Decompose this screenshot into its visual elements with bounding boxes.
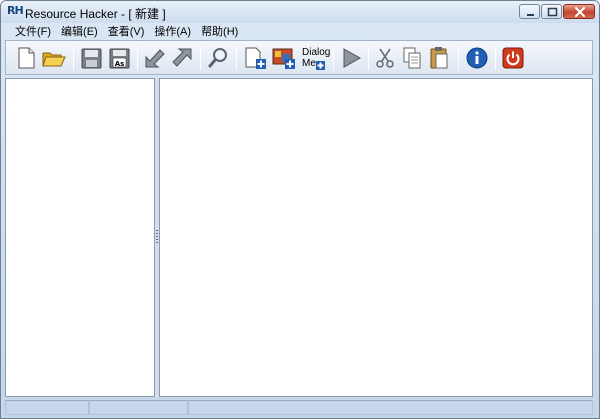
- close-button[interactable]: [563, 4, 595, 19]
- new-button[interactable]: [14, 45, 38, 71]
- cut-button[interactable]: [373, 45, 397, 71]
- toolbar-separator: [137, 46, 138, 70]
- run-script-button[interactable]: [339, 45, 363, 71]
- exit-icon: [502, 47, 524, 69]
- menu-help[interactable]: 帮助(H): [197, 23, 242, 39]
- toolbar-separator: [368, 46, 369, 70]
- save-button[interactable]: [79, 45, 103, 71]
- status-bar: [5, 399, 593, 416]
- title-bar[interactable]: RH Resource Hacker - [ 新建 ]: [1, 1, 599, 23]
- toolbar-separator: [495, 46, 496, 70]
- status-segment: [89, 400, 188, 415]
- open-button[interactable]: [41, 45, 66, 71]
- paste-icon: [430, 47, 448, 69]
- add-dialog-menu-button[interactable]: Dialog Me: [300, 45, 330, 71]
- resource-hacker-logo-icon: RH: [7, 4, 24, 17]
- minimize-button[interactable]: [519, 4, 540, 19]
- find-button[interactable]: [206, 45, 230, 71]
- open-folder-icon: [42, 52, 66, 67]
- copy-button[interactable]: [400, 45, 424, 71]
- about-icon: [466, 47, 488, 69]
- toolbar-separator: [73, 46, 74, 70]
- menu-edit[interactable]: 编辑(E): [57, 23, 102, 39]
- save-icon: [81, 48, 102, 69]
- import-icon: [145, 49, 165, 68]
- find-icon: [208, 48, 227, 68]
- add-image-button[interactable]: [271, 45, 295, 71]
- app-window: RH Resource Hacker - [ 新建 ] 文件(F) 编辑(E) …: [0, 0, 600, 419]
- add-resource-button[interactable]: [242, 45, 266, 71]
- caption-buttons: [518, 4, 595, 20]
- resource-tree-pane[interactable]: [5, 78, 155, 397]
- menu-view[interactable]: 查看(V): [104, 23, 149, 39]
- add-image-icon: [272, 48, 295, 69]
- paste-button[interactable]: [427, 45, 451, 71]
- save-as-icon: As: [109, 48, 130, 69]
- status-segment: [5, 400, 89, 415]
- resource-editor-pane[interactable]: [159, 78, 593, 397]
- toolbar: As Dialog Me: [5, 40, 593, 75]
- about-button[interactable]: [465, 45, 489, 71]
- new-file-icon: [18, 47, 35, 69]
- run-script-icon: [343, 48, 362, 68]
- maximize-icon: [547, 7, 558, 17]
- cut-icon: [376, 48, 394, 68]
- toolbar-separator: [200, 46, 201, 70]
- window-title: Resource Hacker - [ 新建 ]: [25, 7, 166, 21]
- add-dialog-menu-icon: [316, 61, 325, 70]
- svg-text:As: As: [115, 60, 125, 68]
- exit-button[interactable]: [501, 45, 525, 71]
- export-button[interactable]: [170, 45, 194, 71]
- status-segment: [188, 400, 593, 415]
- close-icon: [575, 7, 585, 17]
- export-icon: [172, 48, 192, 67]
- menu-file[interactable]: 文件(F): [11, 23, 55, 39]
- menu-action[interactable]: 操作(A): [150, 23, 195, 39]
- add-resource-icon: [245, 47, 266, 69]
- minimize-icon: [527, 14, 534, 16]
- toolbar-separator: [458, 46, 459, 70]
- save-as-button[interactable]: As: [107, 45, 131, 71]
- toolbar-separator: [333, 46, 334, 70]
- toolbar-separator: [236, 46, 237, 70]
- maximize-button[interactable]: [541, 4, 562, 19]
- import-button[interactable]: [143, 45, 167, 71]
- menu-bar: 文件(F) 编辑(E) 查看(V) 操作(A) 帮助(H): [1, 23, 599, 38]
- splitter-grip-icon: [156, 230, 158, 244]
- copy-icon: [403, 47, 421, 69]
